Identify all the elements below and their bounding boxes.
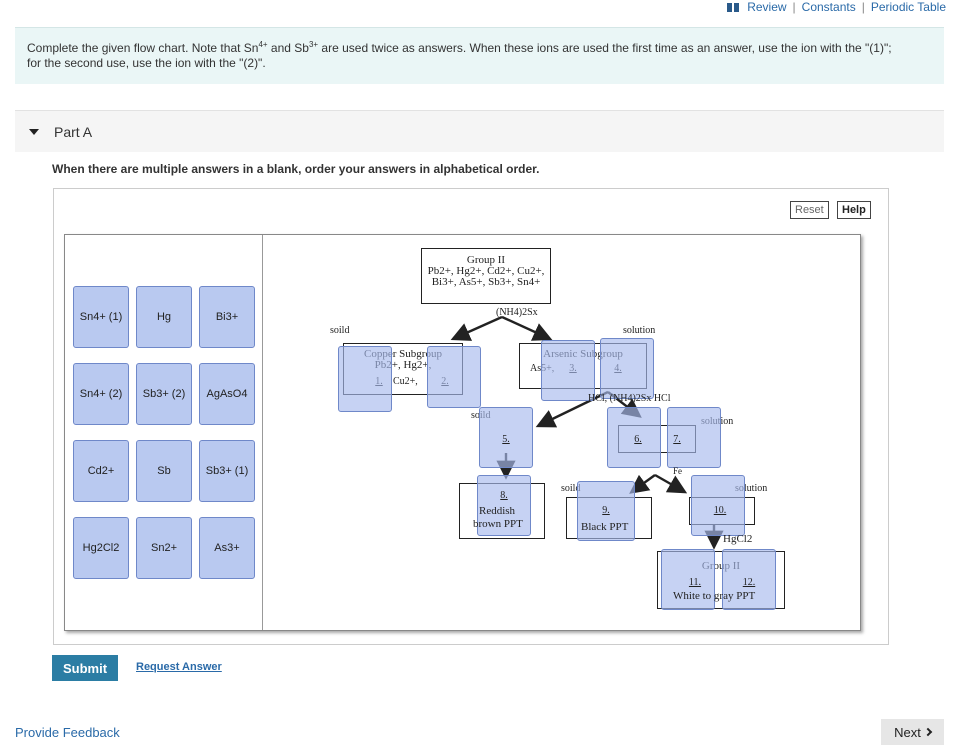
instructions-text: are used twice as answers. When these io… — [318, 41, 892, 55]
reagent-label-2: HCl, (NH4)2Sx HCl — [588, 393, 671, 404]
answer-tile[interactable]: Sb3+ (2) — [136, 363, 192, 425]
top-navigation: Review | Constants | Periodic Table — [727, 0, 946, 14]
blank-label: 5. — [502, 434, 510, 445]
provide-feedback-link[interactable]: Provide Feedback — [15, 725, 120, 740]
branch-label-solution: solution — [623, 325, 656, 336]
fe-label: Fe — [673, 466, 682, 476]
drop-target-2[interactable] — [427, 346, 481, 408]
constants-link[interactable]: Constants — [802, 0, 856, 14]
blank-label: 10. — [713, 505, 727, 516]
next-label: Next — [894, 724, 921, 740]
answer-tile[interactable]: Sb — [136, 440, 192, 502]
reddish-label: Reddish — [479, 505, 516, 517]
submit-button[interactable]: Submit — [52, 655, 118, 681]
part-a-header[interactable]: Part A — [15, 110, 944, 152]
review-link[interactable]: Review — [747, 0, 786, 14]
answer-palette: Sn4+ (1) Hg Bi3+ Sn4+ (2) Sb3+ (2) AgAsO… — [65, 235, 263, 630]
answer-tile[interactable]: As3+ — [199, 517, 255, 579]
help-button[interactable]: Help — [837, 201, 871, 219]
answer-tile[interactable]: Hg2Cl2 — [73, 517, 129, 579]
answer-tile[interactable]: Sn4+ (2) — [73, 363, 129, 425]
nav-separator: | — [792, 0, 796, 14]
answer-tile[interactable]: Bi3+ — [199, 286, 255, 348]
part-title: Part A — [54, 123, 93, 140]
drag-drop-canvas: Sn4+ (1) Hg Bi3+ Sn4+ (2) Sb3+ (2) AgAsO… — [64, 234, 861, 631]
caret-down-icon[interactable] — [29, 128, 39, 135]
copper-ion-cu: Cu2+, — [393, 376, 418, 387]
periodic-table-link[interactable]: Periodic Table — [871, 0, 946, 14]
branch-label-soild: soild — [330, 325, 350, 336]
white-gray-ppt-label: White to gray PPT — [673, 590, 756, 602]
drop-target-4[interactable] — [600, 338, 654, 399]
drop-target-1[interactable] — [338, 346, 392, 412]
answer-tile[interactable]: AgAsO4 — [199, 363, 255, 425]
superscript: 4+ — [258, 40, 268, 49]
question-text: When there are multiple answers in a bla… — [52, 162, 540, 176]
reagent-label: (NH4)2Sx — [496, 307, 538, 318]
answer-tile[interactable]: Sn4+ (1) — [73, 286, 129, 348]
answer-tile[interactable]: Sb3+ (1) — [199, 440, 255, 502]
blank-label: 6. — [634, 434, 642, 445]
brown-ppt-label: brown PPT — [473, 518, 523, 530]
blank-label: 9. — [602, 505, 610, 516]
group-ions-line2: Bi3+, As5+, Sb3+, Sn4+ — [431, 276, 541, 288]
superscript: 3+ — [308, 40, 319, 49]
chevron-right-icon — [923, 727, 933, 737]
instructions-text: for the second use, use the ion with the… — [27, 56, 266, 70]
instructions-text: Complete the given flow chart. Note that… — [27, 41, 259, 55]
request-answer-link[interactable]: Request Answer — [136, 661, 222, 673]
instructions-panel: Complete the given flow chart. Note that… — [15, 27, 944, 84]
nav-separator: | — [861, 0, 865, 14]
blank-label: 12. — [742, 577, 756, 588]
hgcl2-reagent-label: HgCl2 — [723, 533, 753, 545]
black-ppt-label: Black PPT — [581, 521, 629, 533]
drop-target-3[interactable] — [541, 340, 595, 401]
group-ii-box: Group II Pb2+, Hg2+, Cd2+, Cu2+, Bi3+, A… — [421, 248, 551, 304]
flowchart: Group II Pb2+, Hg2+, Cd2+, Cu2+, Bi3+, A… — [263, 235, 861, 630]
blank-label: 8. — [500, 490, 508, 501]
reset-button[interactable]: Reset — [790, 201, 829, 219]
answer-tile[interactable]: Hg — [136, 286, 192, 348]
group-title: Group II — [466, 254, 506, 266]
book-icon — [727, 2, 740, 12]
answer-tile[interactable]: Cd2+ — [73, 440, 129, 502]
blank-label: 7. — [673, 434, 681, 445]
answer-tile[interactable]: Sn2+ — [136, 517, 192, 579]
flowchart-widget: Reset Help Sn4+ (1) Hg Bi3+ Sn4+ (2) Sb3… — [53, 188, 889, 645]
instructions-text: and Sb — [267, 41, 309, 55]
next-button[interactable]: Next — [881, 719, 944, 745]
blank-label: 11. — [688, 577, 702, 588]
